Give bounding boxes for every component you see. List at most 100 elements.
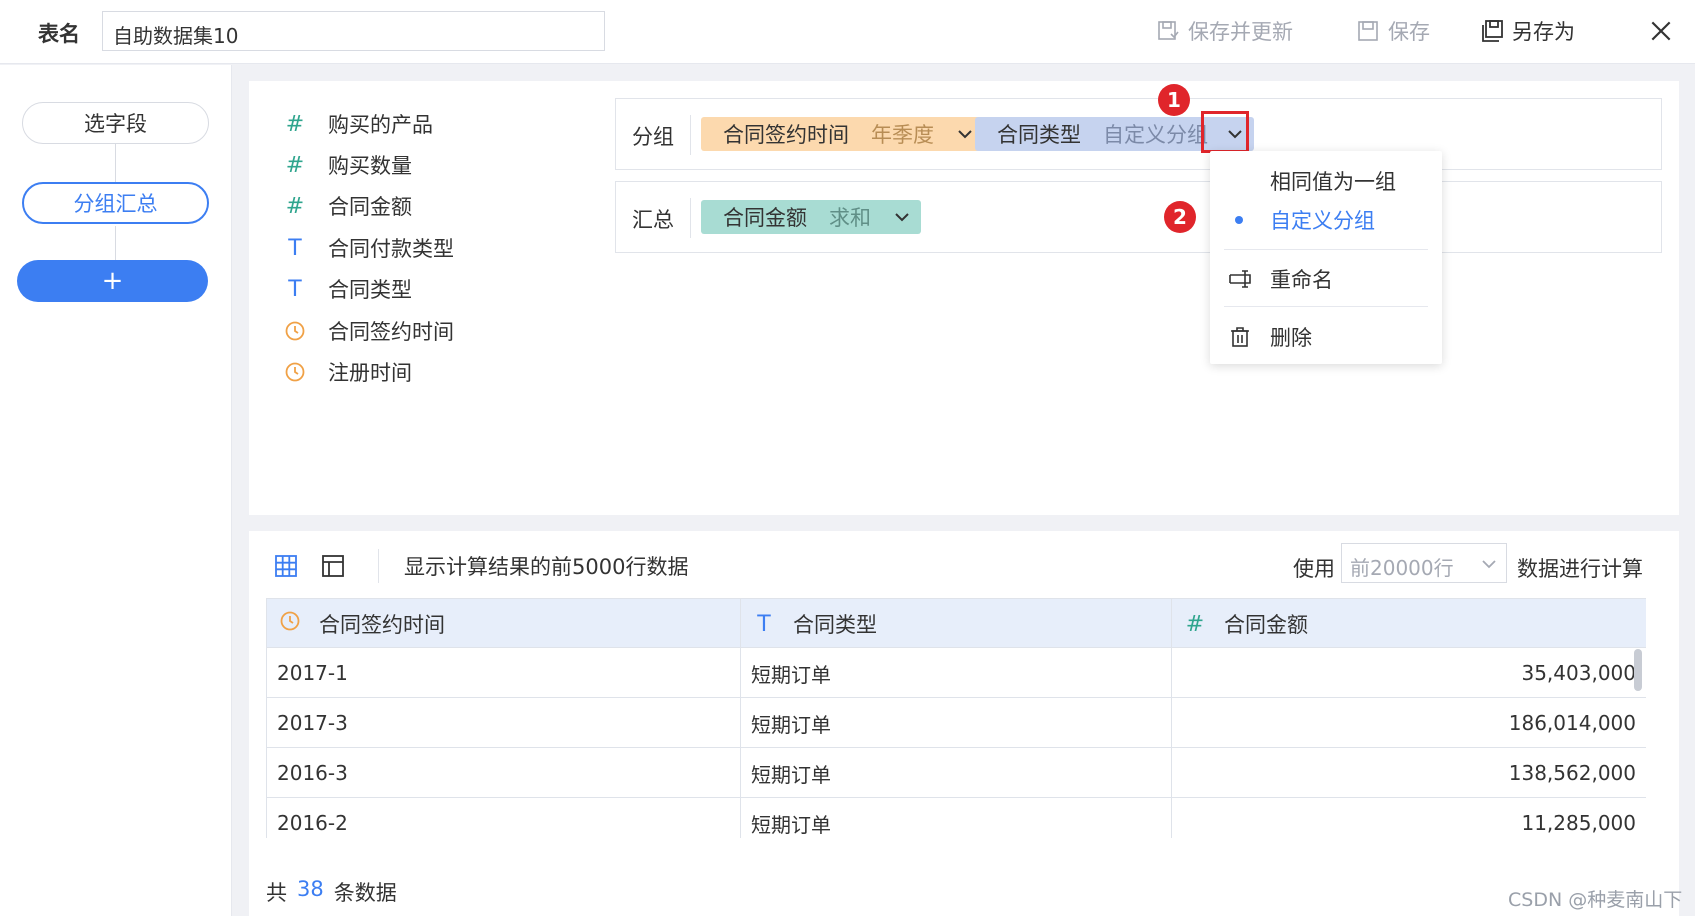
text-type-icon: T xyxy=(288,235,302,261)
chip-field-name: 合同类型 xyxy=(997,123,1081,147)
step-group-summary[interactable]: 分组汇总 xyxy=(22,182,209,224)
menu-divider xyxy=(1224,306,1428,307)
group-options-menu: 相同值为一组 自定义分组 重命名 删除 xyxy=(1210,151,1442,364)
chip-field-name: 合同金额 xyxy=(723,206,807,230)
table-row: 2016-3 短期订单 138,562,000 xyxy=(267,748,1646,798)
menu-item-custom-group[interactable]: 自定义分组 xyxy=(1210,206,1442,234)
table-cell: 短期订单 xyxy=(741,698,1172,748)
field-item[interactable]: # 购买的产品 xyxy=(284,109,433,139)
row-limit-select[interactable]: 前20000行 xyxy=(1341,543,1507,583)
total-count: 共 38 条数据 xyxy=(266,877,397,907)
field-name: 合同付款类型 xyxy=(328,237,454,261)
column-header-label: 合同金额 xyxy=(1224,613,1308,637)
top-bar: 表名 自助数据集10 保存并更新 保存 另存为 xyxy=(0,0,1695,64)
table-cell: 2017-1 xyxy=(267,648,741,698)
table-name-input[interactable]: 自助数据集10 xyxy=(102,11,605,51)
field-item[interactable]: T 合同付款类型 xyxy=(284,233,454,263)
compute-label: 数据进行计算 xyxy=(1517,557,1643,581)
rename-icon xyxy=(1229,270,1251,288)
annotation-badge-2: 2 xyxy=(1164,201,1196,233)
field-name: 购买的产品 xyxy=(328,113,433,137)
menu-item-same-value[interactable]: 相同值为一组 xyxy=(1210,167,1442,195)
field-item[interactable]: # 合同金额 xyxy=(284,191,412,221)
number-type-icon: # xyxy=(285,193,305,219)
number-type-icon: # xyxy=(285,111,305,137)
total-prefix: 共 xyxy=(266,881,287,905)
column-header: # 合同金额 xyxy=(1172,599,1646,649)
chip-mode: 求和 xyxy=(829,206,871,230)
table-cell: 11,285,000 xyxy=(1172,798,1646,838)
chip-mode: 自定义分组 xyxy=(1103,123,1208,147)
table-cell: 35,403,000 xyxy=(1172,648,1646,698)
preview-description: 显示计算结果的前5000行数据 xyxy=(404,555,689,579)
chevron-down-icon[interactable] xyxy=(893,208,911,226)
table-row: 2017-3 短期订单 186,014,000 xyxy=(267,698,1646,748)
selected-dot-icon xyxy=(1235,216,1243,224)
close-icon[interactable] xyxy=(1648,18,1674,44)
field-item[interactable]: 注册时间 xyxy=(284,357,412,387)
group-row: 分组 合同签约时间 年季度 合同类型 自定义分组 xyxy=(615,98,1662,170)
field-name: 合同类型 xyxy=(328,278,412,302)
save-update-icon xyxy=(1158,21,1179,40)
total-count-value: 38 xyxy=(297,877,324,901)
field-name: 购买数量 xyxy=(328,154,412,178)
divider xyxy=(690,198,691,238)
field-item[interactable]: T 合同类型 xyxy=(284,274,412,304)
field-name: 合同金额 xyxy=(328,195,412,219)
menu-item-label: 重命名 xyxy=(1270,268,1333,292)
field-item[interactable]: 合同签约时间 xyxy=(284,316,454,346)
step-connector xyxy=(115,226,116,260)
save-button[interactable]: 保存 xyxy=(1356,16,1430,46)
step-select-fields[interactable]: 选字段 xyxy=(22,102,209,144)
column-header: 合同签约时间 xyxy=(267,599,741,649)
steps-panel: 选字段 分组汇总 + xyxy=(0,65,232,916)
summary-label: 汇总 xyxy=(632,208,674,232)
table-cell: 短期订单 xyxy=(741,648,1172,698)
layout-view-icon[interactable] xyxy=(320,553,346,579)
table-header: 合同签约时间 T 合同类型 # 合同金额 xyxy=(267,598,1646,649)
add-step-button[interactable]: + xyxy=(17,260,208,302)
table-row: 2016-2 短期订单 11,285,000 xyxy=(267,798,1646,838)
table-cell: 短期订单 xyxy=(741,798,1172,838)
highlight-box-1 xyxy=(1201,111,1249,153)
number-type-icon: # xyxy=(1185,611,1205,637)
table-cell: 186,014,000 xyxy=(1172,698,1646,748)
group-chip-date[interactable]: 合同签约时间 年季度 xyxy=(701,117,984,151)
save-as-icon xyxy=(1482,20,1503,42)
divider xyxy=(378,549,379,583)
trash-icon xyxy=(1231,327,1249,347)
summary-chip-amount[interactable]: 合同金额 求和 xyxy=(701,200,921,234)
annotation-badge-1: 1 xyxy=(1158,84,1190,116)
menu-item-label: 删除 xyxy=(1270,326,1312,350)
text-type-icon: T xyxy=(757,611,771,637)
group-label: 分组 xyxy=(632,125,674,149)
menu-item-rename[interactable]: 重命名 xyxy=(1210,265,1442,293)
row-limit-value: 前20000行 xyxy=(1350,556,1454,580)
table-name-label: 表名 xyxy=(38,22,80,46)
chevron-down-icon[interactable] xyxy=(956,125,974,143)
save-and-update-button[interactable]: 保存并更新 xyxy=(1156,16,1293,46)
menu-item-delete[interactable]: 删除 xyxy=(1210,323,1442,351)
step-connector xyxy=(115,144,116,182)
watermark: CSDN @种麦南山下 xyxy=(1508,889,1683,911)
text-type-icon: T xyxy=(288,276,302,302)
table-cell: 2016-2 xyxy=(267,798,741,838)
save-as-button[interactable]: 另存为 xyxy=(1480,16,1575,46)
table-cell: 短期订单 xyxy=(741,748,1172,798)
save-and-update-label: 保存并更新 xyxy=(1188,20,1293,44)
chip-mode: 年季度 xyxy=(871,123,934,147)
menu-item-label: 自定义分组 xyxy=(1270,209,1375,233)
menu-divider xyxy=(1224,249,1428,250)
field-name: 合同签约时间 xyxy=(328,320,454,344)
clock-icon xyxy=(284,361,306,383)
divider xyxy=(690,115,691,155)
table-row: 2017-1 短期订单 35,403,000 xyxy=(267,648,1646,698)
field-item[interactable]: # 购买数量 xyxy=(284,150,412,180)
clock-icon xyxy=(279,610,301,638)
save-icon xyxy=(1358,21,1378,41)
chip-field-name: 合同签约时间 xyxy=(723,123,849,147)
table-scrollbar[interactable] xyxy=(1634,649,1642,691)
column-header-label: 合同类型 xyxy=(793,613,877,637)
grid-view-icon[interactable] xyxy=(273,553,299,579)
save-label: 保存 xyxy=(1388,20,1430,44)
